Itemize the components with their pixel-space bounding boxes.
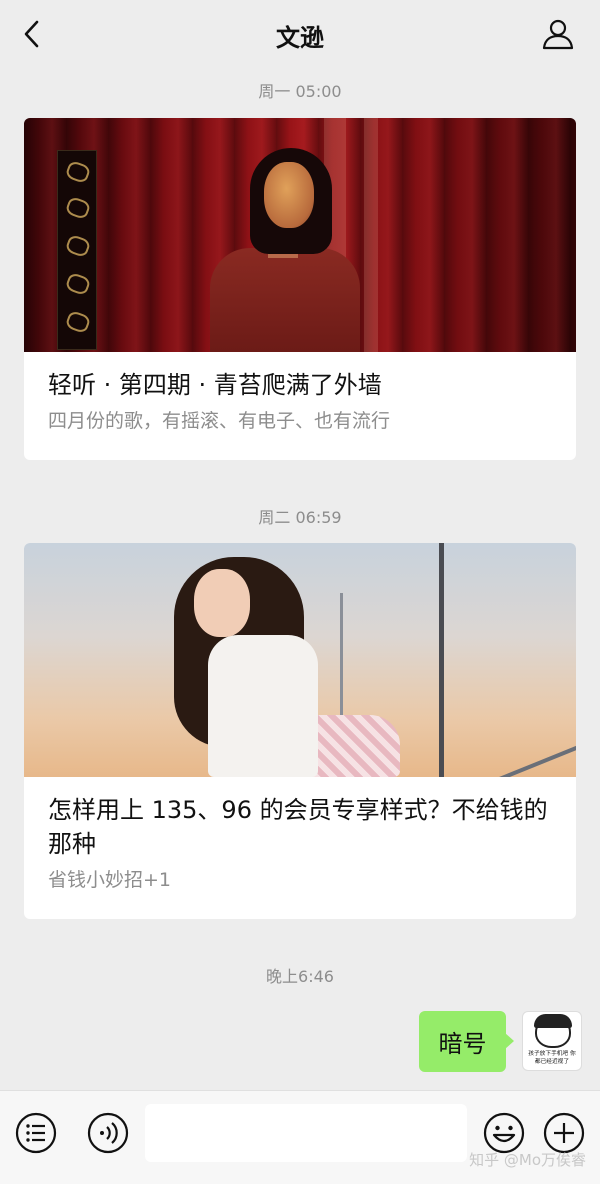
article-card[interactable]: 轻听 · 第四期 · 青苔爬满了外墙 四月份的歌，有摇滚、有电子、也有流行 xyxy=(24,118,576,460)
timestamp: 周二 06:59 xyxy=(258,508,342,527)
input-toolbar: 知乎 @Mo万俟睿 xyxy=(0,1090,600,1184)
article-title: 怎样用上 135、96 的会员专享样式？不给钱的那种 xyxy=(48,796,548,858)
article-summary: 四月份的歌，有摇滚、有电子、也有流行 xyxy=(48,410,391,432)
profile-button[interactable] xyxy=(538,14,578,54)
user-icon xyxy=(542,19,574,50)
menu-button[interactable] xyxy=(14,1111,58,1155)
voice-button[interactable] xyxy=(86,1111,130,1155)
timestamp: 周一 05:00 xyxy=(258,82,342,101)
article-title: 轻听 · 第四期 · 青苔爬满了外墙 xyxy=(48,371,382,399)
article-cover-image xyxy=(24,118,576,352)
chat-title: 文逊 xyxy=(276,24,324,52)
article-cover-image xyxy=(24,543,576,777)
list-icon xyxy=(15,1112,57,1154)
article-summary: 省钱小妙招+1 xyxy=(48,869,172,891)
avatar-caption: 孩子放下手机吧 你都已经近视了 xyxy=(528,1050,576,1065)
voice-icon xyxy=(87,1112,129,1154)
watermark: 知乎 @Mo万俟睿 xyxy=(469,1151,586,1169)
poster-decoration xyxy=(57,150,97,350)
article-card[interactable]: 怎样用上 135、96 的会员专享样式？不给钱的那种 省钱小妙招+1 xyxy=(24,543,576,919)
top-bar: 文逊 xyxy=(0,0,600,68)
message-input[interactable] xyxy=(145,1104,467,1162)
timestamp: 晚上6:46 xyxy=(266,967,334,986)
message-bubble[interactable]: 暗号 xyxy=(419,1011,514,1072)
avatar[interactable]: 孩子放下手机吧 你都已经近视了 xyxy=(522,1011,582,1071)
